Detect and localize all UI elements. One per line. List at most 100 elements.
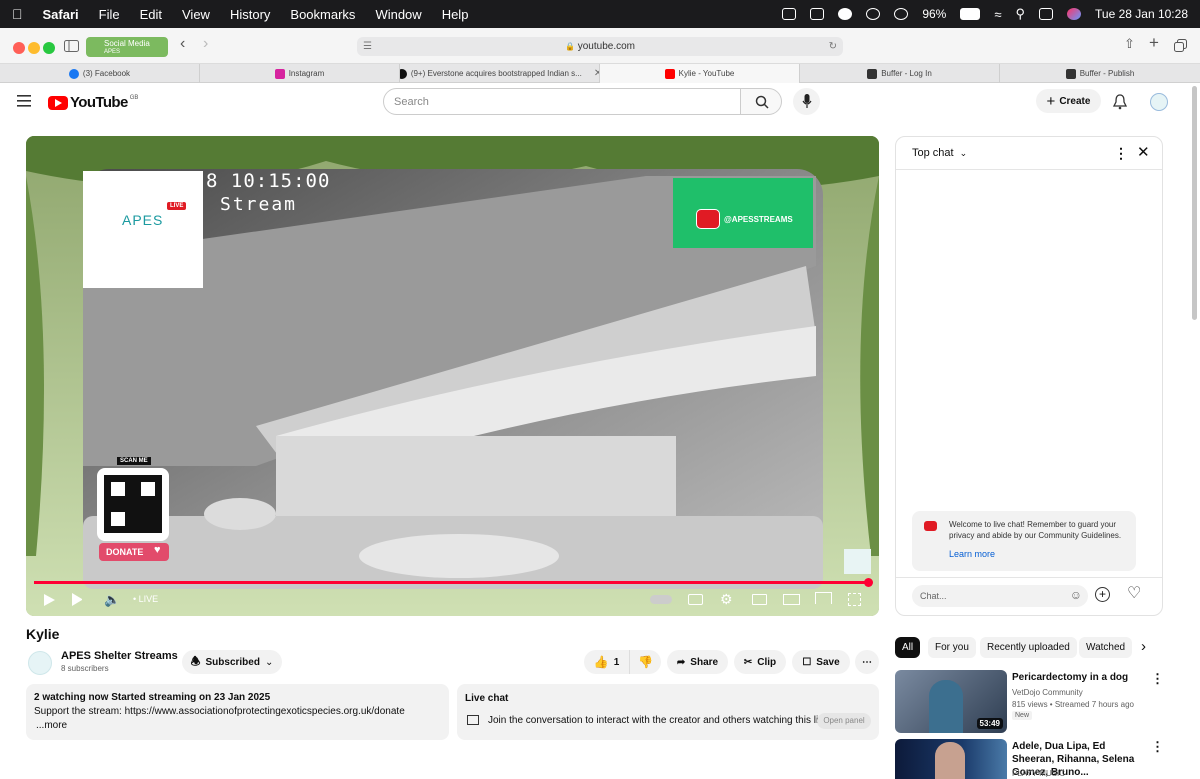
forward-chevron-icon[interactable]: › xyxy=(203,35,208,53)
progress-scrubber[interactable] xyxy=(864,578,873,587)
volume-icon[interactable]: 🔈 xyxy=(104,592,120,608)
settings-gear-icon[interactable]: ⚙ xyxy=(720,591,733,608)
battery-icon[interactable] xyxy=(960,8,981,20)
clock-datetime[interactable]: Tue 28 Jan 10:28 xyxy=(1095,7,1188,21)
spotlight-search-icon[interactable]: ⚲ xyxy=(1016,6,1026,22)
apple-icon[interactable]:  xyxy=(12,6,23,22)
hamburger-menu-icon[interactable] xyxy=(17,95,31,107)
subscribed-button[interactable]: 🕭 Subscribed ⌄ xyxy=(182,650,282,674)
reload-icon[interactable]: ↻ xyxy=(829,37,837,56)
create-button[interactable]: + Create xyxy=(1036,89,1101,113)
menu-edit[interactable]: Edit xyxy=(140,7,162,22)
channel-name[interactable]: APES Shelter Streams xyxy=(61,650,178,662)
password-icon[interactable] xyxy=(866,8,881,20)
menu-bookmarks[interactable]: Bookmarks xyxy=(290,7,355,22)
airplay-icon[interactable] xyxy=(815,592,832,604)
chat-mode-dropdown[interactable]: Top chat ⌄ xyxy=(912,147,967,159)
recommendation-channel[interactable]: VetDojo Community xyxy=(1012,688,1083,697)
chat-input[interactable]: Chat... ☺ xyxy=(912,585,1088,607)
emoji-icon[interactable]: ☺ xyxy=(1070,588,1082,602)
more-options-icon[interactable]: ⋮ xyxy=(1114,145,1128,162)
recommendation-title[interactable]: Pericardectomy in a dog xyxy=(1012,672,1128,683)
tab-youtube[interactable]: Kylie - YouTube xyxy=(600,64,800,83)
dislike-button[interactable]: 👎 xyxy=(629,650,661,674)
chip-all[interactable]: All xyxy=(895,637,921,658)
theater-mode-icon[interactable] xyxy=(783,594,800,605)
more-options-icon[interactable]: ⋮ xyxy=(1151,739,1164,755)
subtitles-icon[interactable] xyxy=(688,594,703,605)
address-bar[interactable]: 🔒 youtube.com ↻ ☰ xyxy=(357,37,843,56)
tab-buffer-login[interactable]: Buffer - Log In xyxy=(800,64,1000,83)
recommendation-channel[interactable]: PLAYY MUSIC xyxy=(1012,769,1065,778)
tab-overview-icon[interactable] xyxy=(1174,39,1187,52)
back-chevron-icon[interactable]: ‹ xyxy=(180,35,185,53)
new-badge: New xyxy=(1012,711,1033,720)
thumbs-up-icon: 👍 xyxy=(593,655,609,669)
fullscreen-icon[interactable] xyxy=(848,593,861,606)
chip-for-you[interactable]: For you xyxy=(928,637,976,658)
control-center-icon[interactable] xyxy=(1039,8,1054,20)
tab-group-button[interactable]: Social Media APES xyxy=(86,37,168,57)
tab-buffer-publish[interactable]: Buffer - Publish xyxy=(1000,64,1200,83)
close-window-button[interactable] xyxy=(13,42,25,54)
clip-button[interactable]: ✂ Clip xyxy=(734,650,786,674)
like-button[interactable]: 👍 1 xyxy=(584,650,629,674)
menu-window[interactable]: Window xyxy=(375,7,421,22)
chip-watched[interactable]: Watched xyxy=(1079,637,1133,658)
next-video-icon[interactable] xyxy=(72,593,88,606)
youtube-logo[interactable]: YouTube GB xyxy=(48,94,138,111)
menu-view[interactable]: View xyxy=(182,7,210,22)
zoom-window-button[interactable] xyxy=(43,42,55,54)
sidebar-toggle-icon[interactable] xyxy=(64,40,79,52)
share-button[interactable]: ➦ Share xyxy=(667,650,728,674)
screen-mirroring-icon[interactable] xyxy=(782,8,797,20)
close-chat-icon[interactable]: ✕ xyxy=(1137,143,1150,161)
search-input[interactable]: Search xyxy=(383,88,741,115)
siri-icon[interactable] xyxy=(1067,8,1082,20)
image-capture-icon[interactable] xyxy=(810,8,825,20)
heart-reaction-icon[interactable]: ♡ xyxy=(1127,583,1141,603)
tab-group-sub: APES xyxy=(104,49,121,55)
new-tab-icon[interactable]: + xyxy=(1149,33,1159,53)
more-options-icon[interactable]: ⋮ xyxy=(1151,671,1164,687)
notifications-bell-icon[interactable] xyxy=(1113,94,1127,110)
wifi-icon[interactable]: ≈ xyxy=(994,7,1001,22)
tab-facebook[interactable]: (3) Facebook xyxy=(0,64,200,83)
play-icon[interactable] xyxy=(44,594,55,606)
description-more-link[interactable]: ...more xyxy=(36,720,67,731)
search-button[interactable] xyxy=(740,88,782,115)
music-status-icon[interactable] xyxy=(838,8,853,20)
learn-more-link[interactable]: Learn more xyxy=(949,549,995,559)
tab-instagram[interactable]: Instagram xyxy=(200,64,400,83)
chat-placeholder: Chat... xyxy=(920,591,947,601)
voice-search-button[interactable] xyxy=(793,88,820,115)
youtube-play-icon xyxy=(696,209,720,229)
progress-bar[interactable] xyxy=(34,581,869,584)
page-menu-icon[interactable]: ☰ xyxy=(363,37,372,56)
share-icon[interactable]: ⇧ xyxy=(1124,36,1135,52)
menu-file[interactable]: File xyxy=(99,7,120,22)
add-super-chat-icon[interactable]: + xyxy=(1095,587,1110,602)
avatar[interactable] xyxy=(1150,93,1168,111)
tab-threads[interactable]: (9+) Everstone acquires bootstrapped Ind… xyxy=(400,64,600,83)
autoplay-toggle[interactable] xyxy=(650,595,672,604)
chip-recently-uploaded[interactable]: Recently uploaded xyxy=(980,637,1077,658)
channel-avatar[interactable] xyxy=(28,651,52,675)
minimize-window-button[interactable] xyxy=(28,42,40,54)
open-panel-button[interactable]: Open panel xyxy=(817,713,871,729)
live-indicator[interactable]: • LIVE xyxy=(133,594,158,604)
description-box[interactable]: 2 watching now Started streaming on 23 J… xyxy=(26,684,449,740)
video-player[interactable]: 8 10:15:00 Stream APES LIVE @APESSTREAMS… xyxy=(26,136,879,616)
miniplayer-icon[interactable] xyxy=(752,594,767,605)
menu-help[interactable]: Help xyxy=(442,7,469,22)
user-account-icon[interactable] xyxy=(894,8,909,20)
tab-label: Buffer - Log In xyxy=(881,69,932,78)
recommendation-thumbnail[interactable]: 53:49 xyxy=(895,670,1007,733)
menu-history[interactable]: History xyxy=(230,7,270,22)
save-button[interactable]: ☐ Save xyxy=(792,650,850,674)
recommendation-thumbnail[interactable] xyxy=(895,739,1007,779)
page-scrollbar[interactable] xyxy=(1192,86,1197,320)
chevron-right-icon[interactable]: › xyxy=(1141,638,1146,655)
more-actions-button[interactable]: ⋯ xyxy=(855,650,879,674)
menu-app-name[interactable]: Safari xyxy=(43,7,79,22)
